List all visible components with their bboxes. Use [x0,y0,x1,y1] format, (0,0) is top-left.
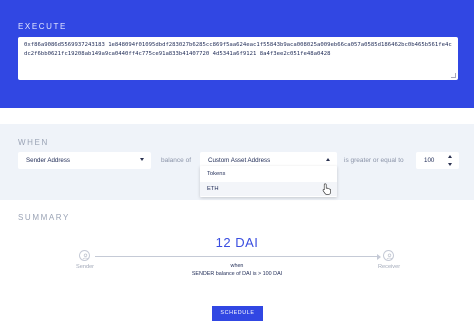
sender-address-value: Sender Address [26,157,71,164]
arrow-right-icon [377,253,381,260]
when-label: when [230,263,244,269]
hand-cursor-icon [322,183,331,195]
summary-title: SUMMARY [18,213,70,222]
execute-section: EXECUTE 0xf86a9086d5569937243183 1e84809… [0,0,474,108]
asset-dropdown-menu: Tokens ETH [200,166,337,197]
dropdown-option-eth[interactable]: ETH [200,182,337,196]
comparison-label: is greater or equal to [344,157,404,164]
schedule-button[interactable]: SCHEDULE [212,306,263,321]
transaction-data-text: 0xf86a9086d5569937243183 1e848094f01095d… [24,42,452,57]
amount-value: 100 [424,157,435,164]
transfer-timeline [95,256,380,257]
sender-user-icon [79,250,90,261]
execute-title: EXECUTE [18,22,67,31]
chevron-down-icon [140,158,144,161]
summary-amount: 12 DAI [215,235,259,250]
balance-of-label: balance of [161,157,191,164]
amount-stepper[interactable]: 100 [416,152,459,169]
condition-summary: SENDER balance of DAI is > 100 DAI [191,271,283,277]
resize-handle[interactable] [451,73,456,78]
chevron-up-icon [326,158,330,161]
sender-address-select[interactable]: Sender Address [18,152,151,169]
asset-select-value: Custom Asset Address [208,157,271,164]
receiver-user-icon [383,250,394,261]
dropdown-option-tokens[interactable]: Tokens [200,167,337,181]
transaction-data-textarea[interactable]: 0xf86a9086d5569937243183 1e848094f01095d… [18,37,458,80]
when-title: WHEN [18,138,49,147]
stepper-icon[interactable] [448,155,453,166]
